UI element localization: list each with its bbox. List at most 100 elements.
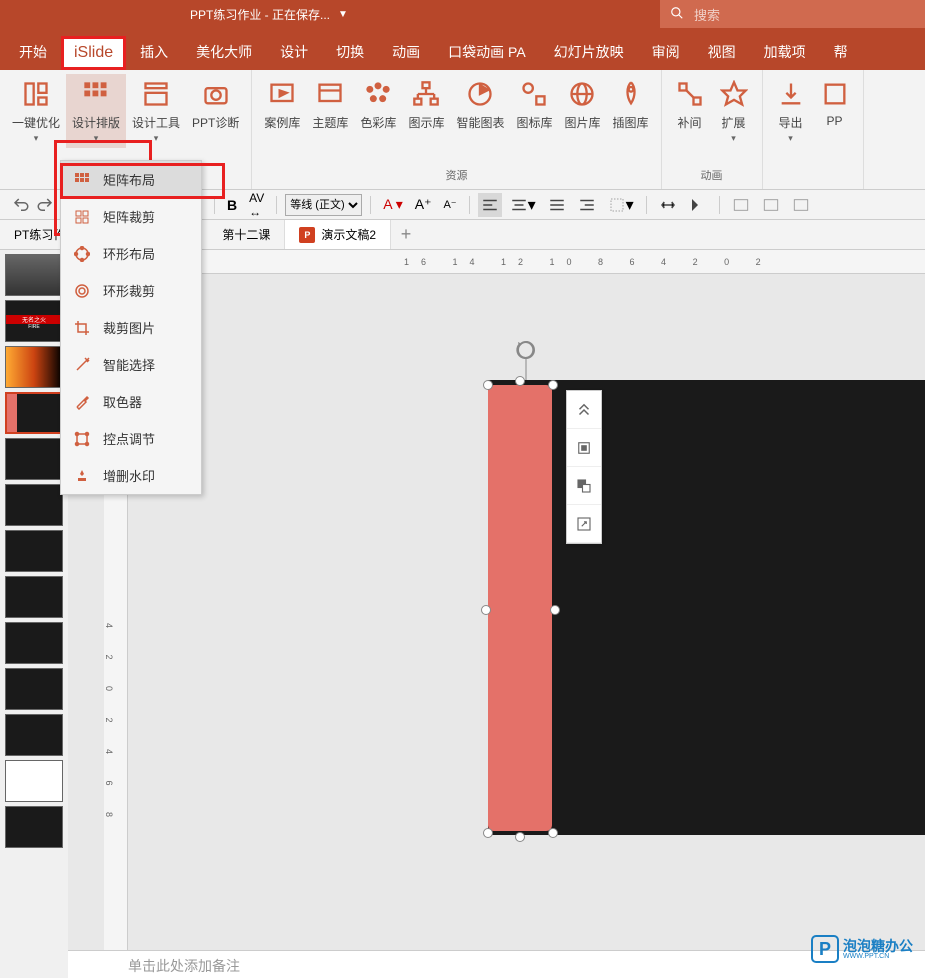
notes-area[interactable]: 单击此处添加备注	[68, 950, 925, 978]
align-center-button[interactable]: ▾	[506, 193, 540, 217]
thumbnail-7[interactable]	[5, 530, 63, 572]
align-left-button[interactable]	[478, 193, 502, 217]
btn-clip-lib[interactable]: 插图库	[607, 74, 655, 135]
title-dropdown-icon[interactable]: ▼	[338, 9, 348, 20]
align-justify-button[interactable]	[544, 194, 570, 216]
tab-help[interactable]: 帮	[820, 34, 862, 70]
thumbnail-3[interactable]	[5, 346, 63, 388]
tab-beauty[interactable]: 美化大师	[182, 34, 266, 70]
resize-handle-ne[interactable]	[548, 380, 558, 390]
thumbnail-10[interactable]	[5, 668, 63, 710]
thumbnail-11[interactable]	[5, 714, 63, 756]
resize-handle-s[interactable]	[515, 832, 525, 842]
tab-design[interactable]: 设计	[266, 34, 322, 70]
menu-matrix-crop[interactable]: 矩阵裁剪	[61, 198, 201, 235]
tab-review[interactable]: 审阅	[638, 34, 694, 70]
tab-start[interactable]: 开始	[5, 34, 61, 70]
bold-button[interactable]: B	[223, 195, 241, 215]
btn-icon-lib[interactable]: 图示库	[402, 74, 450, 135]
menu-matrix-layout[interactable]: 矩阵布局	[61, 161, 201, 198]
doc-tab-3[interactable]: P演示文稿2	[285, 220, 391, 249]
btn-pic-lib[interactable]: 图片库	[558, 74, 606, 135]
btn-export[interactable]: 导出▾	[769, 74, 813, 148]
resize-handle-e[interactable]	[550, 605, 560, 615]
ctx-collapse-button[interactable]	[567, 391, 601, 429]
resize-handle-w[interactable]	[481, 605, 491, 615]
thumbnail-2[interactable]: 无名之火FIRE	[5, 300, 63, 342]
thumbnail-1[interactable]	[5, 254, 63, 296]
spacing-button[interactable]: AV↔	[245, 189, 268, 221]
globe-icon	[566, 78, 598, 110]
font-increase-button[interactable]: A⁺	[411, 194, 436, 215]
group-resource-label: 资源	[445, 167, 467, 185]
btn-smart-chart[interactable]: 智能图表	[450, 74, 510, 135]
resize-handle-nw[interactable]	[483, 380, 493, 390]
wand-icon	[73, 356, 91, 374]
ctx-align-button[interactable]	[567, 429, 601, 467]
menu-smart-select[interactable]: 智能选择	[61, 346, 201, 383]
ruler-horizontal: 16 14 12 10 8 6 4 2 0 2	[104, 250, 925, 274]
tab-slideshow[interactable]: 幻灯片放映	[540, 34, 638, 70]
menu-watermark[interactable]: 增删水印	[61, 457, 201, 494]
slide-layout-1[interactable]	[728, 194, 754, 216]
btn-color-lib[interactable]: 色彩库	[354, 74, 402, 135]
tab-pocket[interactable]: 口袋动画 PA	[434, 34, 540, 70]
rotate-handle[interactable]	[516, 340, 536, 360]
font-color-button[interactable]: A ▾	[379, 194, 406, 215]
thumbnail-6[interactable]	[5, 484, 63, 526]
font-decrease-button[interactable]: A⁻	[439, 196, 460, 213]
tab-islide[interactable]: iSlide	[61, 36, 126, 70]
menu-crop-pic[interactable]: 裁剪图片	[61, 309, 201, 346]
btn-mark-lib[interactable]: 图标库	[510, 74, 558, 135]
slide-layout-3[interactable]	[788, 194, 814, 216]
tab-animation[interactable]: 动画	[378, 34, 434, 70]
distribute-h-button[interactable]	[655, 194, 681, 216]
menu-ring-layout[interactable]: 环形布局	[61, 235, 201, 272]
chevron-down-icon: ▾	[731, 133, 736, 144]
distribute-button[interactable]: ▾	[604, 193, 638, 217]
resize-handle-se[interactable]	[548, 828, 558, 838]
btn-extend[interactable]: 扩展▾	[712, 74, 756, 148]
watermark-logo: P 泡泡糖办公 WWW.PPT.CN	[811, 932, 921, 966]
design-layout-menu: 矩阵布局 矩阵裁剪 环形布局 环形裁剪 裁剪图片 智能选择 取色器 控点调节 增…	[60, 160, 202, 495]
thumbnail-5[interactable]	[5, 438, 63, 480]
selected-shape[interactable]	[488, 385, 552, 831]
chevron-down-icon: ▾	[34, 133, 39, 144]
ctx-size-button[interactable]	[567, 505, 601, 543]
btn-design-tools[interactable]: 设计工具 ▾	[126, 74, 186, 148]
undo-icon[interactable]	[8, 194, 34, 216]
thumbnail-13[interactable]	[5, 806, 63, 848]
resize-handle-sw[interactable]	[483, 828, 493, 838]
menu-control-point[interactable]: 控点调节	[61, 420, 201, 457]
menu-color-picker[interactable]: 取色器	[61, 383, 201, 420]
tab-transition[interactable]: 切换	[322, 34, 378, 70]
logo-icon: P	[811, 935, 839, 963]
thumbnail-4[interactable]	[5, 392, 63, 434]
btn-ppt-partial[interactable]: PP	[813, 74, 857, 148]
tab-addin[interactable]: 加载项	[750, 34, 820, 70]
thumbnail-12[interactable]	[5, 760, 63, 802]
btn-oneclick[interactable]: 一键优化 ▾	[6, 74, 66, 148]
menu-ring-crop[interactable]: 环形裁剪	[61, 272, 201, 309]
shrink-icon	[819, 78, 851, 110]
slide-layout-2[interactable]	[758, 194, 784, 216]
add-tab-button[interactable]: +	[391, 220, 421, 249]
oneclick-icon	[20, 78, 52, 110]
btn-tween[interactable]: 补间	[668, 74, 712, 148]
tab-view[interactable]: 视图	[694, 34, 750, 70]
search-box[interactable]: 搜索	[660, 0, 925, 28]
font-select[interactable]: 等线 (正文)	[285, 194, 362, 216]
btn-theme-lib[interactable]: 主题库	[306, 74, 354, 135]
chevron-down-icon: ▾	[788, 133, 793, 144]
ctx-layer-button[interactable]	[567, 467, 601, 505]
chevron-down-icon: ▾	[94, 133, 99, 144]
tab-insert[interactable]: 插入	[126, 34, 182, 70]
redo-icon[interactable]	[32, 194, 58, 216]
thumbnail-8[interactable]	[5, 576, 63, 618]
btn-ppt-diag[interactable]: PPT诊断	[186, 74, 245, 148]
thumbnail-9[interactable]	[5, 622, 63, 664]
align-right-button[interactable]	[574, 194, 600, 216]
btn-case-lib[interactable]: 案例库	[258, 74, 306, 135]
flip-button[interactable]	[685, 194, 711, 216]
btn-design-layout[interactable]: 设计排版 ▾	[66, 74, 126, 148]
